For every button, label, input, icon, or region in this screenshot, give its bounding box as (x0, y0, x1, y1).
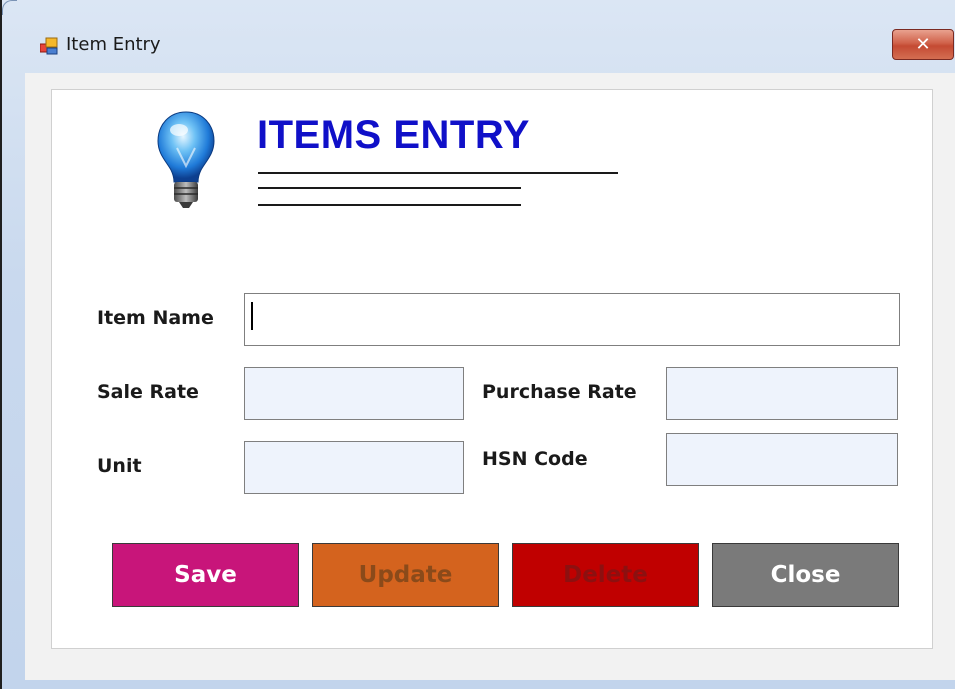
purchase-rate-label: Purchase Rate (482, 381, 637, 403)
hsn-code-field[interactable] (666, 433, 898, 486)
form-window-icon (40, 37, 58, 55)
delete-button-label: Delete (563, 562, 648, 588)
unit-label: Unit (97, 455, 142, 477)
save-button-label: Save (174, 562, 237, 588)
title-underline-1 (258, 187, 521, 189)
window-title: Item Entry (66, 34, 161, 55)
page-title: ITEMS ENTRY (257, 113, 530, 157)
title-underline-2 (258, 204, 521, 206)
update-button[interactable]: Update (312, 543, 499, 607)
save-button[interactable]: Save (112, 543, 299, 607)
purchase-rate-field[interactable] (666, 367, 898, 420)
close-button-label: Close (770, 562, 841, 588)
title-underline-long (258, 172, 618, 174)
close-icon: ✕ (915, 34, 931, 55)
sale-rate-field[interactable] (244, 367, 464, 420)
hsn-code-label: HSN Code (482, 448, 588, 470)
item-name-label: Item Name (97, 307, 214, 329)
title-bar[interactable]: Item Entry ✕ (2, 0, 955, 75)
text-caret (251, 302, 253, 330)
lightbulb-icon (157, 111, 215, 208)
unit-field[interactable] (244, 441, 464, 494)
close-button[interactable]: Close (712, 543, 899, 607)
update-button-label: Update (358, 562, 453, 588)
window-close-button[interactable]: ✕ (892, 29, 954, 60)
item-name-field[interactable] (244, 293, 900, 346)
delete-button[interactable]: Delete (512, 543, 699, 607)
sale-rate-label: Sale Rate (97, 381, 199, 403)
